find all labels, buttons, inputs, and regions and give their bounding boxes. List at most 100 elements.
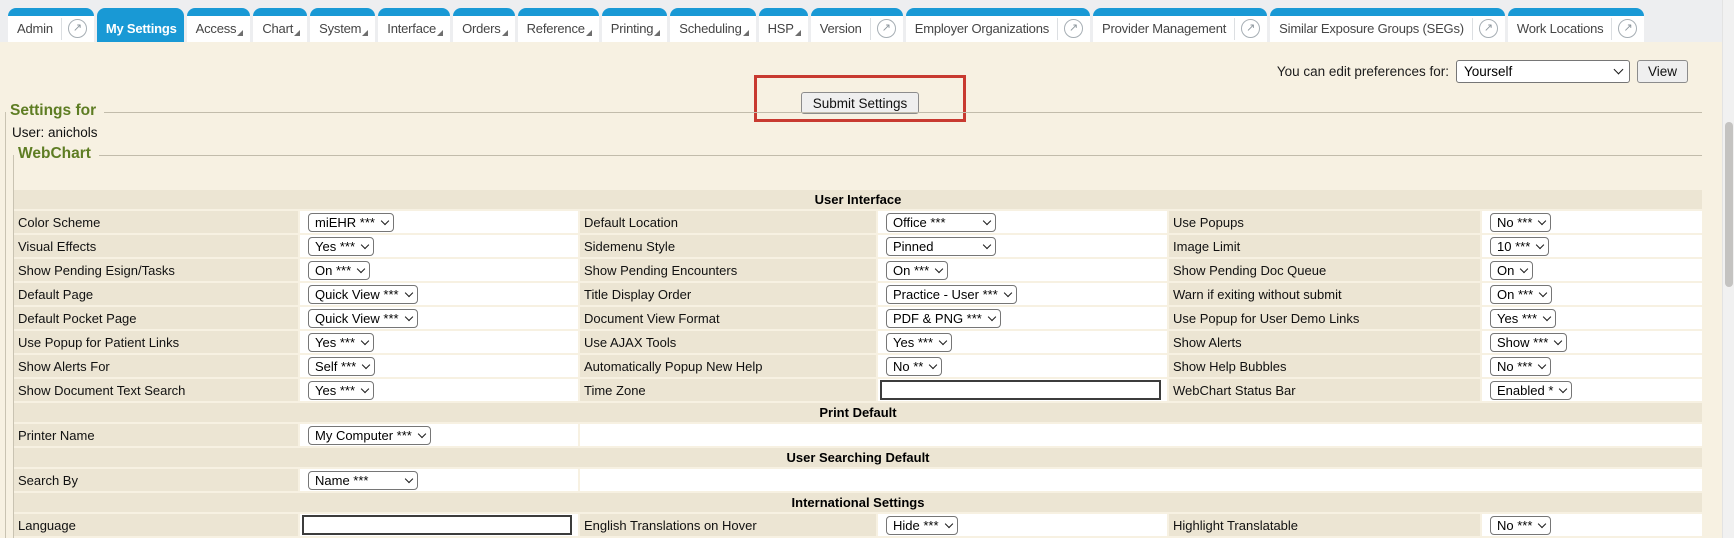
tab-chart[interactable]: Chart [253,8,307,42]
show-pending-doc-queue-select[interactable]: On [1490,261,1533,280]
setting-value-cell: Office *** [878,211,1167,233]
webchart-status-bar-label: WebChart Status Bar [1169,379,1480,401]
tab-label: Chart [262,14,293,36]
show-pending-esign-tasks-select[interactable]: On *** [308,261,370,280]
show-pending-encounters-select[interactable]: On *** [886,261,948,280]
chevron-down-icon [1004,288,1012,296]
select-value: No ** [893,359,923,374]
tab-admin[interactable]: Admin↗ [8,8,94,42]
show-alerts-for-select[interactable]: Self *** [308,357,375,376]
chevron-down-icon [1539,288,1547,296]
setting-value-cell: No *** [1482,355,1702,377]
english-translations-on-hover-select[interactable]: Hide *** [886,516,958,535]
chevron-down-icon [944,519,952,527]
language-input[interactable] [302,515,572,535]
select-value: Enabled * [1497,383,1553,398]
chevron-down-icon [405,474,413,482]
automatically-popup-new-help-select[interactable]: No ** [886,357,942,376]
warn-if-exiting-without-submit-label: Warn if exiting without submit [1169,283,1480,305]
select-value: Yes *** [315,383,355,398]
setting-value-cell: Yes *** [878,331,1167,353]
empty-cell [580,469,1702,491]
tab-reference[interactable]: Reference [518,8,599,42]
select-value: miEHR *** [315,215,375,230]
default-location-select[interactable]: Office *** [886,213,996,232]
tab-my-settings[interactable]: My Settings [97,8,184,42]
external-link-icon[interactable]: ↗ [1618,19,1637,38]
chevron-down-icon [1536,240,1544,248]
use-popup-for-patient-links-select[interactable]: Yes *** [308,333,374,352]
default-page-select[interactable]: Quick View *** [308,285,418,304]
visual-effects-select[interactable]: Yes *** [308,237,374,256]
tab-interface[interactable]: Interface [378,8,450,42]
default-location-label: Default Location [580,211,876,233]
edit-preferences-select[interactable]: Yourself [1456,60,1630,83]
chevron-down-icon [935,264,943,272]
search-by-select[interactable]: Name *** [308,471,418,490]
printer-name-select[interactable]: My Computer *** [308,426,431,445]
tab-similar-exposure-groups-segs[interactable]: Similar Exposure Groups (SEGs)↗ [1270,8,1505,42]
dropdown-corner-icon [654,30,660,36]
scrollbar-thumb[interactable] [1725,122,1733,287]
tab-divider [61,18,62,40]
highlight-translatable-select[interactable]: No *** [1490,516,1551,535]
external-link-icon[interactable]: ↗ [1241,19,1260,38]
tab-employer-organizations[interactable]: Employer Organizations↗ [906,8,1090,42]
chevron-down-icon [1614,65,1624,75]
tab-hsp[interactable]: HSP [759,8,808,42]
tab-printing[interactable]: Printing [602,8,667,42]
chevron-down-icon [362,360,370,368]
visual-effects-label: Visual Effects [14,235,298,257]
external-link-icon[interactable]: ↗ [1064,19,1083,38]
show-help-bubbles-select[interactable]: No *** [1490,357,1551,376]
default-pocket-page-select[interactable]: Quick View *** [308,309,418,328]
tab-access[interactable]: Access [187,8,251,42]
title-display-order-select[interactable]: Practice - User *** [886,285,1017,304]
document-view-format-select[interactable]: PDF & PNG *** [886,309,1001,328]
chevron-down-icon [983,240,991,248]
tab-version[interactable]: Version ↗ [811,8,903,42]
use-popups-select[interactable]: No *** [1490,213,1551,232]
tab-bar: Admin↗My SettingsAccess Chart SystemInterf… [0,0,1734,42]
time-zone-input[interactable] [880,380,1161,400]
setting-value-cell [878,379,1167,401]
show-pending-esign-tasks-label: Show Pending Esign/Tasks [14,259,298,281]
select-value: Pinned [893,239,933,254]
setting-value-cell: Hide *** [878,514,1167,536]
tab-label: Scheduling [679,14,741,36]
use-ajax-tools-label: Use AJAX Tools [580,331,876,353]
chevron-down-icon [418,429,426,437]
sidemenu-style-label: Sidemenu Style [580,235,876,257]
view-button[interactable]: View [1637,60,1688,83]
chevron-down-icon [1543,312,1551,320]
use-ajax-tools-select[interactable]: Yes *** [886,333,952,352]
sidemenu-style-select[interactable]: Pinned [886,237,996,256]
use-popup-for-user-demo-links-select[interactable]: Yes *** [1490,309,1556,328]
tab-work-locations[interactable]: Work Locations↗ [1508,8,1645,42]
scrollbar[interactable] [1722,0,1734,538]
select-value: Name *** [315,473,368,488]
webchart-status-bar-select[interactable]: Enabled * [1490,381,1572,400]
tab-label: Version [820,14,862,36]
tab-divider [1234,18,1235,40]
tab-label: HSP [768,14,794,36]
tab-scheduling[interactable]: Scheduling [670,8,755,42]
edit-preferences-label: You can edit preferences for: [1277,64,1449,79]
chevron-down-icon [983,216,991,224]
section-header-print-default: Print Default [14,403,1702,422]
tab-system[interactable]: System [310,8,375,42]
tab-divider [1472,18,1473,40]
language-label: Language [14,514,298,536]
tab-orders[interactable]: Orders [453,8,515,42]
automatically-popup-new-help-label: Automatically Popup New Help [580,355,876,377]
warn-if-exiting-without-submit-select[interactable]: On *** [1490,285,1552,304]
color-scheme-select[interactable]: miEHR *** [308,213,394,232]
tab-provider-management[interactable]: Provider Management↗ [1093,8,1267,42]
image-limit-select[interactable]: 10 *** [1490,237,1549,256]
show-document-text-search-select[interactable]: Yes *** [308,381,374,400]
show-alerts-select[interactable]: Show *** [1490,333,1567,352]
external-link-icon[interactable]: ↗ [877,19,896,38]
use-popup-for-user-demo-links-label: Use Popup for User Demo Links [1169,307,1480,329]
external-link-icon[interactable]: ↗ [1479,19,1498,38]
external-link-icon[interactable]: ↗ [68,19,87,38]
